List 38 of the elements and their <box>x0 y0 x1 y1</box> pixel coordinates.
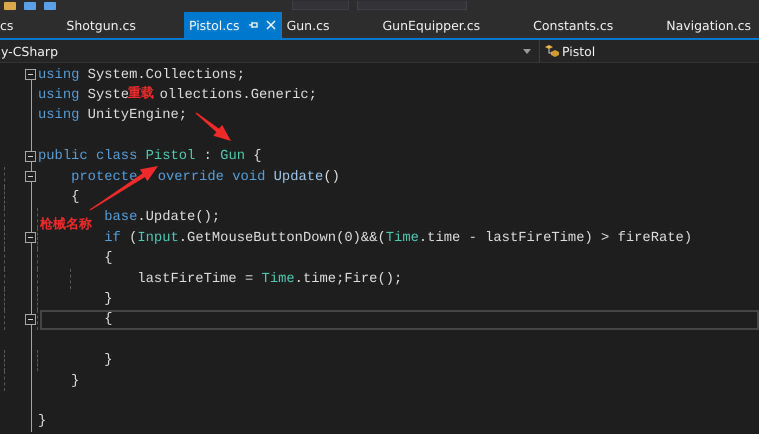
collapse-icon[interactable] <box>25 170 36 182</box>
pin-icon[interactable] <box>248 20 258 30</box>
code-text: using System.Collections; <box>38 68 245 83</box>
code-text: public class Pistol : Gun { <box>38 149 262 164</box>
code-text: } <box>104 292 113 307</box>
file-tab[interactable]: cs <box>0 12 62 38</box>
code-text: using Syste <box>38 88 130 104</box>
code-text: base.Update(); <box>104 210 220 226</box>
collapse-icon[interactable] <box>25 314 36 325</box>
code-text: { <box>104 251 113 266</box>
file-tab[interactable]: Shotgun.cs <box>61 12 184 38</box>
project-dropdown-text[interactable]: y-CSharp <box>1 44 58 58</box>
code-text: } <box>38 414 46 430</box>
annotation-label: 重载 <box>128 84 154 102</box>
annotation-arrow <box>196 112 231 141</box>
file-tab[interactable]: Navigation.cs <box>661 12 759 38</box>
collapse-icon[interactable] <box>25 232 36 244</box>
dropdown-caret-icon[interactable] <box>523 48 531 54</box>
code-text: protecte <box>71 170 138 185</box>
code-text: } <box>71 374 80 389</box>
code-text: } <box>104 353 113 368</box>
code-text: using UnityEngine; <box>38 108 188 124</box>
close-icon[interactable] <box>266 20 276 30</box>
class-icon <box>544 44 560 58</box>
file-tab[interactable]: Constants.cs <box>528 12 662 38</box>
code-text: override void Update() <box>158 170 340 185</box>
annotation-label: 枪械名称 <box>40 216 92 233</box>
code-text: { <box>71 190 80 206</box>
collapse-icon[interactable] <box>25 69 36 80</box>
member-dropdown-text[interactable]: Pistol <box>562 44 596 58</box>
collapse-icon[interactable] <box>25 150 36 162</box>
file-tab[interactable]: Gun.cs <box>282 12 378 38</box>
file-tab[interactable]: GunEquipper.cs <box>377 12 528 38</box>
file-tab[interactable]: Pistol.cs <box>184 12 282 38</box>
code-text: if (Input.GetMouseButtonDown(0)&&(Time.time - lastFireTime) > fireRate) <box>104 230 692 246</box>
code-text: ollections.Generic; <box>160 88 317 104</box>
code-text: lastFireTime = Time.time;Fire(); <box>137 272 402 287</box>
code-text: { <box>104 312 113 328</box>
